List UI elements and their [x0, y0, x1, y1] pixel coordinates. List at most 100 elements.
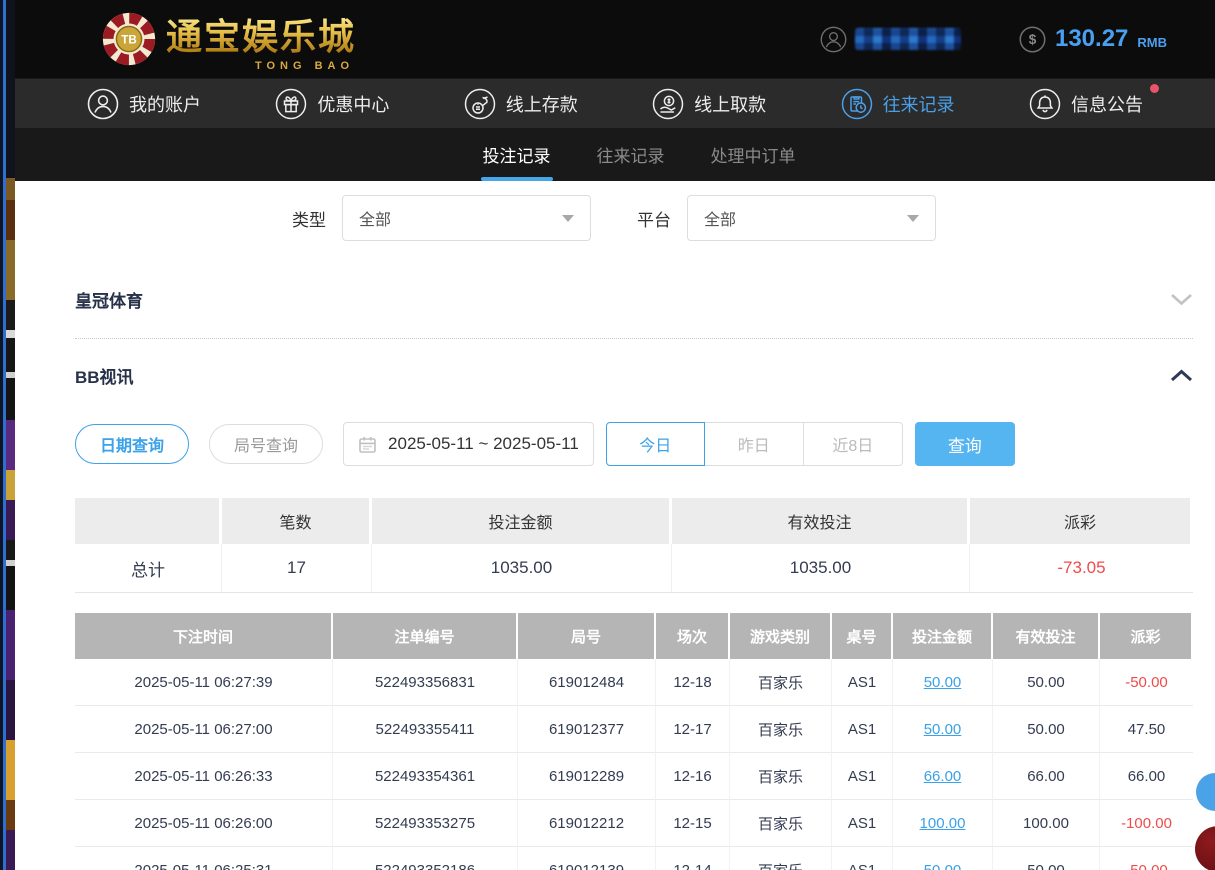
summary-count: 17 — [222, 544, 372, 592]
query-controls: 日期查询 局号查询 2025-05-11 ~ 2025-05-11 今日 — [75, 422, 1193, 466]
cell-bet-time: 2025-05-11 06:25:31 — [75, 847, 333, 870]
cell-payout: -100.00 — [1100, 800, 1193, 847]
cell-payout: 47.50 — [1100, 706, 1193, 753]
tab-transaction-records[interactable]: 往来记录 — [597, 128, 665, 181]
platform-filter-label: 平台 — [637, 206, 671, 231]
cell-table-no: AS1 — [832, 753, 893, 800]
main-nav: 我的账户 优惠中心 — [15, 78, 1215, 128]
content: 类型 全部 平台 全部 皇冠体育 BB视讯 — [15, 181, 1215, 870]
cell-valid-bet: 100.00 — [993, 800, 1100, 847]
summary-total-label: 总计 — [75, 544, 222, 592]
cell-game-type: 百家乐 — [730, 800, 832, 847]
cell-table-no: AS1 — [832, 706, 893, 753]
platform-select[interactable]: 全部 — [687, 195, 936, 241]
calendar-icon — [358, 435, 377, 454]
logo-text: 通宝娱乐城 TONG BAO — [166, 8, 356, 70]
cell-order-no: 522493352186 — [333, 847, 518, 870]
nav-item-promotions[interactable]: 优惠中心 — [275, 88, 389, 120]
search-button[interactable]: 查询 — [915, 422, 1015, 466]
user-account[interactable] — [820, 26, 961, 53]
summary-bet-amount: 1035.00 — [372, 544, 672, 592]
gift-icon — [275, 88, 307, 120]
casino-chip-icon: TB — [100, 10, 158, 68]
type-select-value: 全部 — [359, 206, 391, 230]
section-title: 皇冠体育 — [75, 287, 143, 312]
col-header-payout: 派彩 — [1100, 613, 1193, 659]
nav-label: 优惠中心 — [317, 91, 389, 117]
cell-bet-time: 2025-05-11 06:26:00 — [75, 800, 333, 847]
cell-table-no: AS1 — [832, 847, 893, 870]
nav-label: 线上存款 — [506, 91, 578, 117]
cell-valid-bet: 50.00 — [993, 847, 1100, 870]
col-header-game-type: 游戏类别 — [730, 613, 832, 659]
bet-amount-link[interactable]: 66.00 — [924, 768, 962, 785]
chevron-up-icon — [1170, 369, 1193, 382]
nav-label: 我的账户 — [129, 91, 201, 117]
summary-header-bet-amount: 投注金额 — [372, 498, 672, 544]
date-range-input[interactable]: 2025-05-11 ~ 2025-05-11 — [343, 422, 594, 466]
tab-bet-records[interactable]: 投注记录 — [483, 128, 551, 181]
user-avatar-icon — [820, 26, 847, 53]
yesterday-button[interactable]: 昨日 — [705, 422, 804, 466]
cell-game-type: 百家乐 — [730, 659, 832, 706]
cell-payout: -50.00 — [1100, 659, 1193, 706]
round-query-button[interactable]: 局号查询 — [209, 424, 323, 464]
cell-order-no: 522493356831 — [333, 659, 518, 706]
today-button[interactable]: 今日 — [606, 422, 705, 466]
date-query-button[interactable]: 日期查询 — [75, 424, 189, 464]
nav-item-my-account[interactable]: 我的账户 — [87, 88, 201, 120]
cell-game-type: 百家乐 — [730, 847, 832, 870]
nav-item-transaction-records[interactable]: 往来记录 — [841, 88, 955, 120]
record-tab-bar: 投注记录 往来记录 处理中订单 — [15, 128, 1215, 181]
summary-header-payout: 派彩 — [970, 498, 1193, 544]
svg-text:TB: TB — [121, 33, 136, 46]
nav-item-announcements[interactable]: 信息公告 — [1029, 88, 1143, 120]
cell-session: 12-17 — [656, 706, 730, 753]
cell-payout: -50.00 — [1100, 847, 1193, 870]
bet-amount-link[interactable]: 50.00 — [924, 674, 962, 691]
cell-bet-time: 2025-05-11 06:27:39 — [75, 659, 333, 706]
site-logo[interactable]: TB 通宝娱乐城 TONG BAO — [100, 8, 356, 70]
notification-badge — [1150, 84, 1159, 93]
last-8-days-button[interactable]: 近8日 — [804, 422, 903, 466]
logo-title: 通宝娱乐城 — [166, 8, 356, 60]
cell-round-no: 619012139 — [518, 847, 656, 870]
summary-payout: -73.05 — [970, 544, 1193, 592]
cell-session: 12-15 — [656, 800, 730, 847]
cell-game-type: 百家乐 — [730, 706, 832, 753]
quick-date-group: 今日 昨日 近8日 — [606, 422, 903, 466]
type-select[interactable]: 全部 — [342, 195, 591, 241]
cell-session: 12-14 — [656, 847, 730, 870]
nav-item-deposit[interactable]: 线上存款 — [464, 88, 578, 120]
section-bb-video[interactable]: BB视讯 — [75, 339, 1193, 414]
col-header-bet-time: 下注时间 — [75, 613, 333, 659]
type-filter-label: 类型 — [292, 206, 326, 231]
background-window-strip — [0, 0, 15, 870]
summary-header-count: 笔数 — [222, 498, 372, 544]
tab-pending-orders[interactable]: 处理中订单 — [711, 128, 796, 181]
chevron-down-icon — [1170, 293, 1193, 306]
filters-row: 类型 全部 平台 全部 — [75, 195, 1153, 241]
col-header-round-no: 局号 — [518, 613, 656, 659]
svg-text:$: $ — [1029, 32, 1037, 47]
col-header-session: 场次 — [656, 613, 730, 659]
bet-amount-link[interactable]: 50.00 — [924, 721, 962, 738]
cell-order-no: 522493354361 — [333, 753, 518, 800]
section-crown-sports[interactable]: 皇冠体育 — [75, 263, 1193, 338]
balance-amount: 130.27 — [1055, 25, 1128, 53]
header-right: $ 130.27 RMB — [820, 0, 1167, 78]
col-header-valid-bet: 有效投注 — [993, 613, 1100, 659]
nav-label: 线上取款 — [694, 91, 766, 117]
deposit-icon — [464, 88, 496, 120]
site-header: TB 通宝娱乐城 TONG BAO — [15, 0, 1215, 78]
bet-amount-link[interactable]: 100.00 — [920, 815, 966, 832]
nav-item-withdraw[interactable]: 线上取款 — [652, 88, 766, 120]
cell-table-no: AS1 — [832, 800, 893, 847]
nav-label: 信息公告 — [1071, 91, 1143, 117]
summary-header-empty — [75, 498, 222, 544]
bet-amount-link[interactable]: 50.00 — [924, 862, 962, 870]
user-icon — [87, 88, 119, 120]
cell-game-type: 百家乐 — [730, 753, 832, 800]
col-header-table-no: 桌号 — [832, 613, 893, 659]
bell-icon — [1029, 88, 1061, 120]
